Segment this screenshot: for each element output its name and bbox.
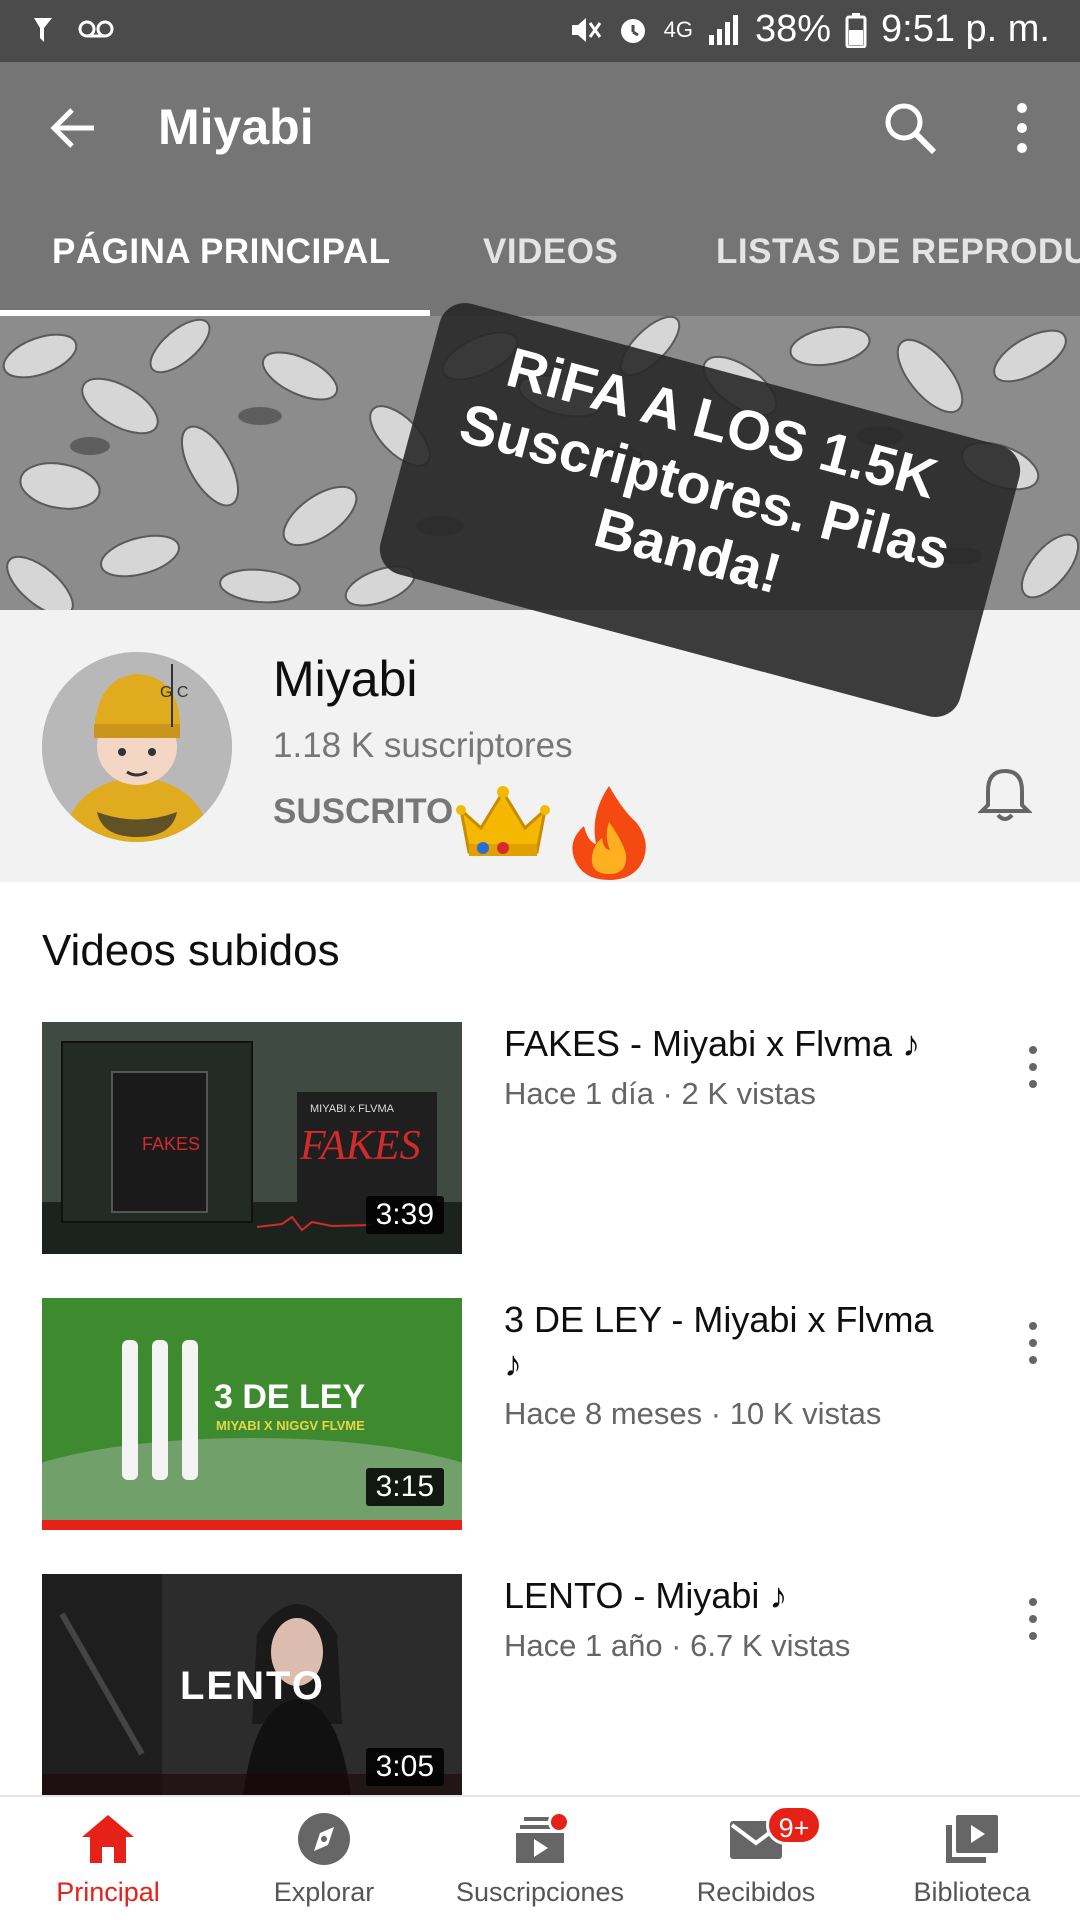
channel-tabs: PÁGINA PRINCIPAL VIDEOS LISTAS DE REPROD… <box>0 192 1080 316</box>
video-title[interactable]: FAKES - Miyabi x Flvma ♪ <box>504 1022 944 1066</box>
clock: 9:51 p. m. <box>881 8 1050 50</box>
thumb-label: FAKES <box>300 1123 421 1169</box>
mute-icon <box>571 17 601 42</box>
fire-icon <box>572 786 646 880</box>
explore-icon <box>298 1813 350 1865</box>
nav-label: Suscripciones <box>455 1877 625 1907</box>
thumb-label: 3 DE LEY <box>214 1378 366 1416</box>
notifications-bell-button[interactable] <box>978 765 1032 825</box>
crown-icon <box>456 786 550 856</box>
inbox-count-badge: 9+ <box>766 1805 822 1845</box>
bottom-navigation: Principal Explorar Suscripciones Recibid… <box>0 1795 1080 1920</box>
nav-item-home[interactable]: Principal <box>0 1797 216 1920</box>
tab-home[interactable]: PÁGINA PRINCIPAL <box>52 232 391 272</box>
nav-item-explore[interactable]: Explorar <box>216 1797 432 1920</box>
battery-icon <box>845 12 867 48</box>
video-item[interactable]: LENTO 3:05 LENTO - Miyabi ♪ Hace 1 año ·… <box>0 1574 1080 1810</box>
video-item[interactable]: 3 DE LEY MIYABI X NIGGV FLVME 3:15 3 DE … <box>0 1298 1080 1534</box>
video-duration: 3:15 <box>365 1468 444 1506</box>
video-title[interactable]: LENTO - Miyabi ♪ <box>504 1574 944 1618</box>
thumb-sublabel: MIYABI X NIGGV FLVME <box>216 1418 365 1433</box>
video-thumbnail[interactable]: LENTO 3:05 <box>42 1574 462 1806</box>
video-meta: Hace 1 año · 6.7 K vistas <box>504 1628 851 1663</box>
watch-progress-bar <box>42 1520 462 1530</box>
app-bar: Miyabi <box>0 62 1080 192</box>
video-thumbnail[interactable]: MIYABI x FLVMA FAKES FAKES 3:39 <box>42 1022 462 1254</box>
status-bar: 4G 38% 9:51 p. m. <box>0 0 1080 62</box>
new-content-badge <box>548 1811 570 1833</box>
signal-icon <box>708 14 738 45</box>
subscriber-count: 1.18 K suscriptores <box>273 726 573 765</box>
video-meta: Hace 1 día · 2 K vistas <box>504 1076 816 1111</box>
page-title: Miyabi <box>158 99 314 155</box>
tab-videos[interactable]: VIDEOS <box>483 232 618 272</box>
video-meta: Hace 8 meses · 10 K vistas <box>504 1396 882 1431</box>
nav-label: Explorar <box>273 1877 375 1907</box>
nav-label: Recibidos <box>696 1877 816 1907</box>
tab-playlists[interactable]: LISTAS DE REPRODUC <box>716 232 1080 272</box>
notification-icon <box>34 18 52 42</box>
video-item[interactable]: MIYABI x FLVMA FAKES FAKES 3:39 FAKES - … <box>0 1022 1080 1258</box>
nav-item-subscriptions[interactable]: Suscripciones <box>432 1797 648 1920</box>
video-title[interactable]: 3 DE LEY - Miyabi x Flvma ♪ <box>504 1298 944 1386</box>
nav-item-library[interactable]: Biblioteca <box>864 1797 1080 1920</box>
video-thumbnail[interactable]: 3 DE LEY MIYABI X NIGGV FLVME 3:15 <box>42 1298 462 1530</box>
alarm-icon <box>620 18 645 43</box>
video-more-button[interactable] <box>1018 1594 1048 1644</box>
search-button[interactable] <box>880 98 940 158</box>
nav-label: Principal <box>56 1877 160 1907</box>
video-duration: 3:05 <box>365 1748 444 1786</box>
voicemail-icon <box>78 20 114 38</box>
network-type: 4G <box>663 16 693 42</box>
svg-text:FAKES: FAKES <box>142 1134 200 1154</box>
back-button[interactable] <box>44 98 104 158</box>
video-duration: 3:39 <box>365 1196 444 1234</box>
home-icon <box>82 1815 134 1863</box>
library-icon <box>946 1815 998 1863</box>
svg-text:G C: G C <box>160 684 188 701</box>
channel-name: Miyabi <box>273 651 418 707</box>
nav-label: Biblioteca <box>913 1877 1031 1907</box>
nav-item-inbox[interactable]: Recibidos <box>648 1797 864 1920</box>
video-more-button[interactable] <box>1018 1318 1048 1368</box>
battery-percent: 38% <box>754 8 832 50</box>
svg-text:MIYABI x FLVMA: MIYABI x FLVMA <box>310 1103 395 1115</box>
section-title: Videos subidos <box>42 926 340 975</box>
channel-avatar[interactable]: G C <box>42 652 232 842</box>
subscribed-button[interactable]: SUSCRITO <box>273 792 453 832</box>
thumb-label: LENTO <box>180 1664 325 1708</box>
video-more-button[interactable] <box>1018 1042 1048 1092</box>
more-options-button[interactable] <box>1000 98 1044 158</box>
